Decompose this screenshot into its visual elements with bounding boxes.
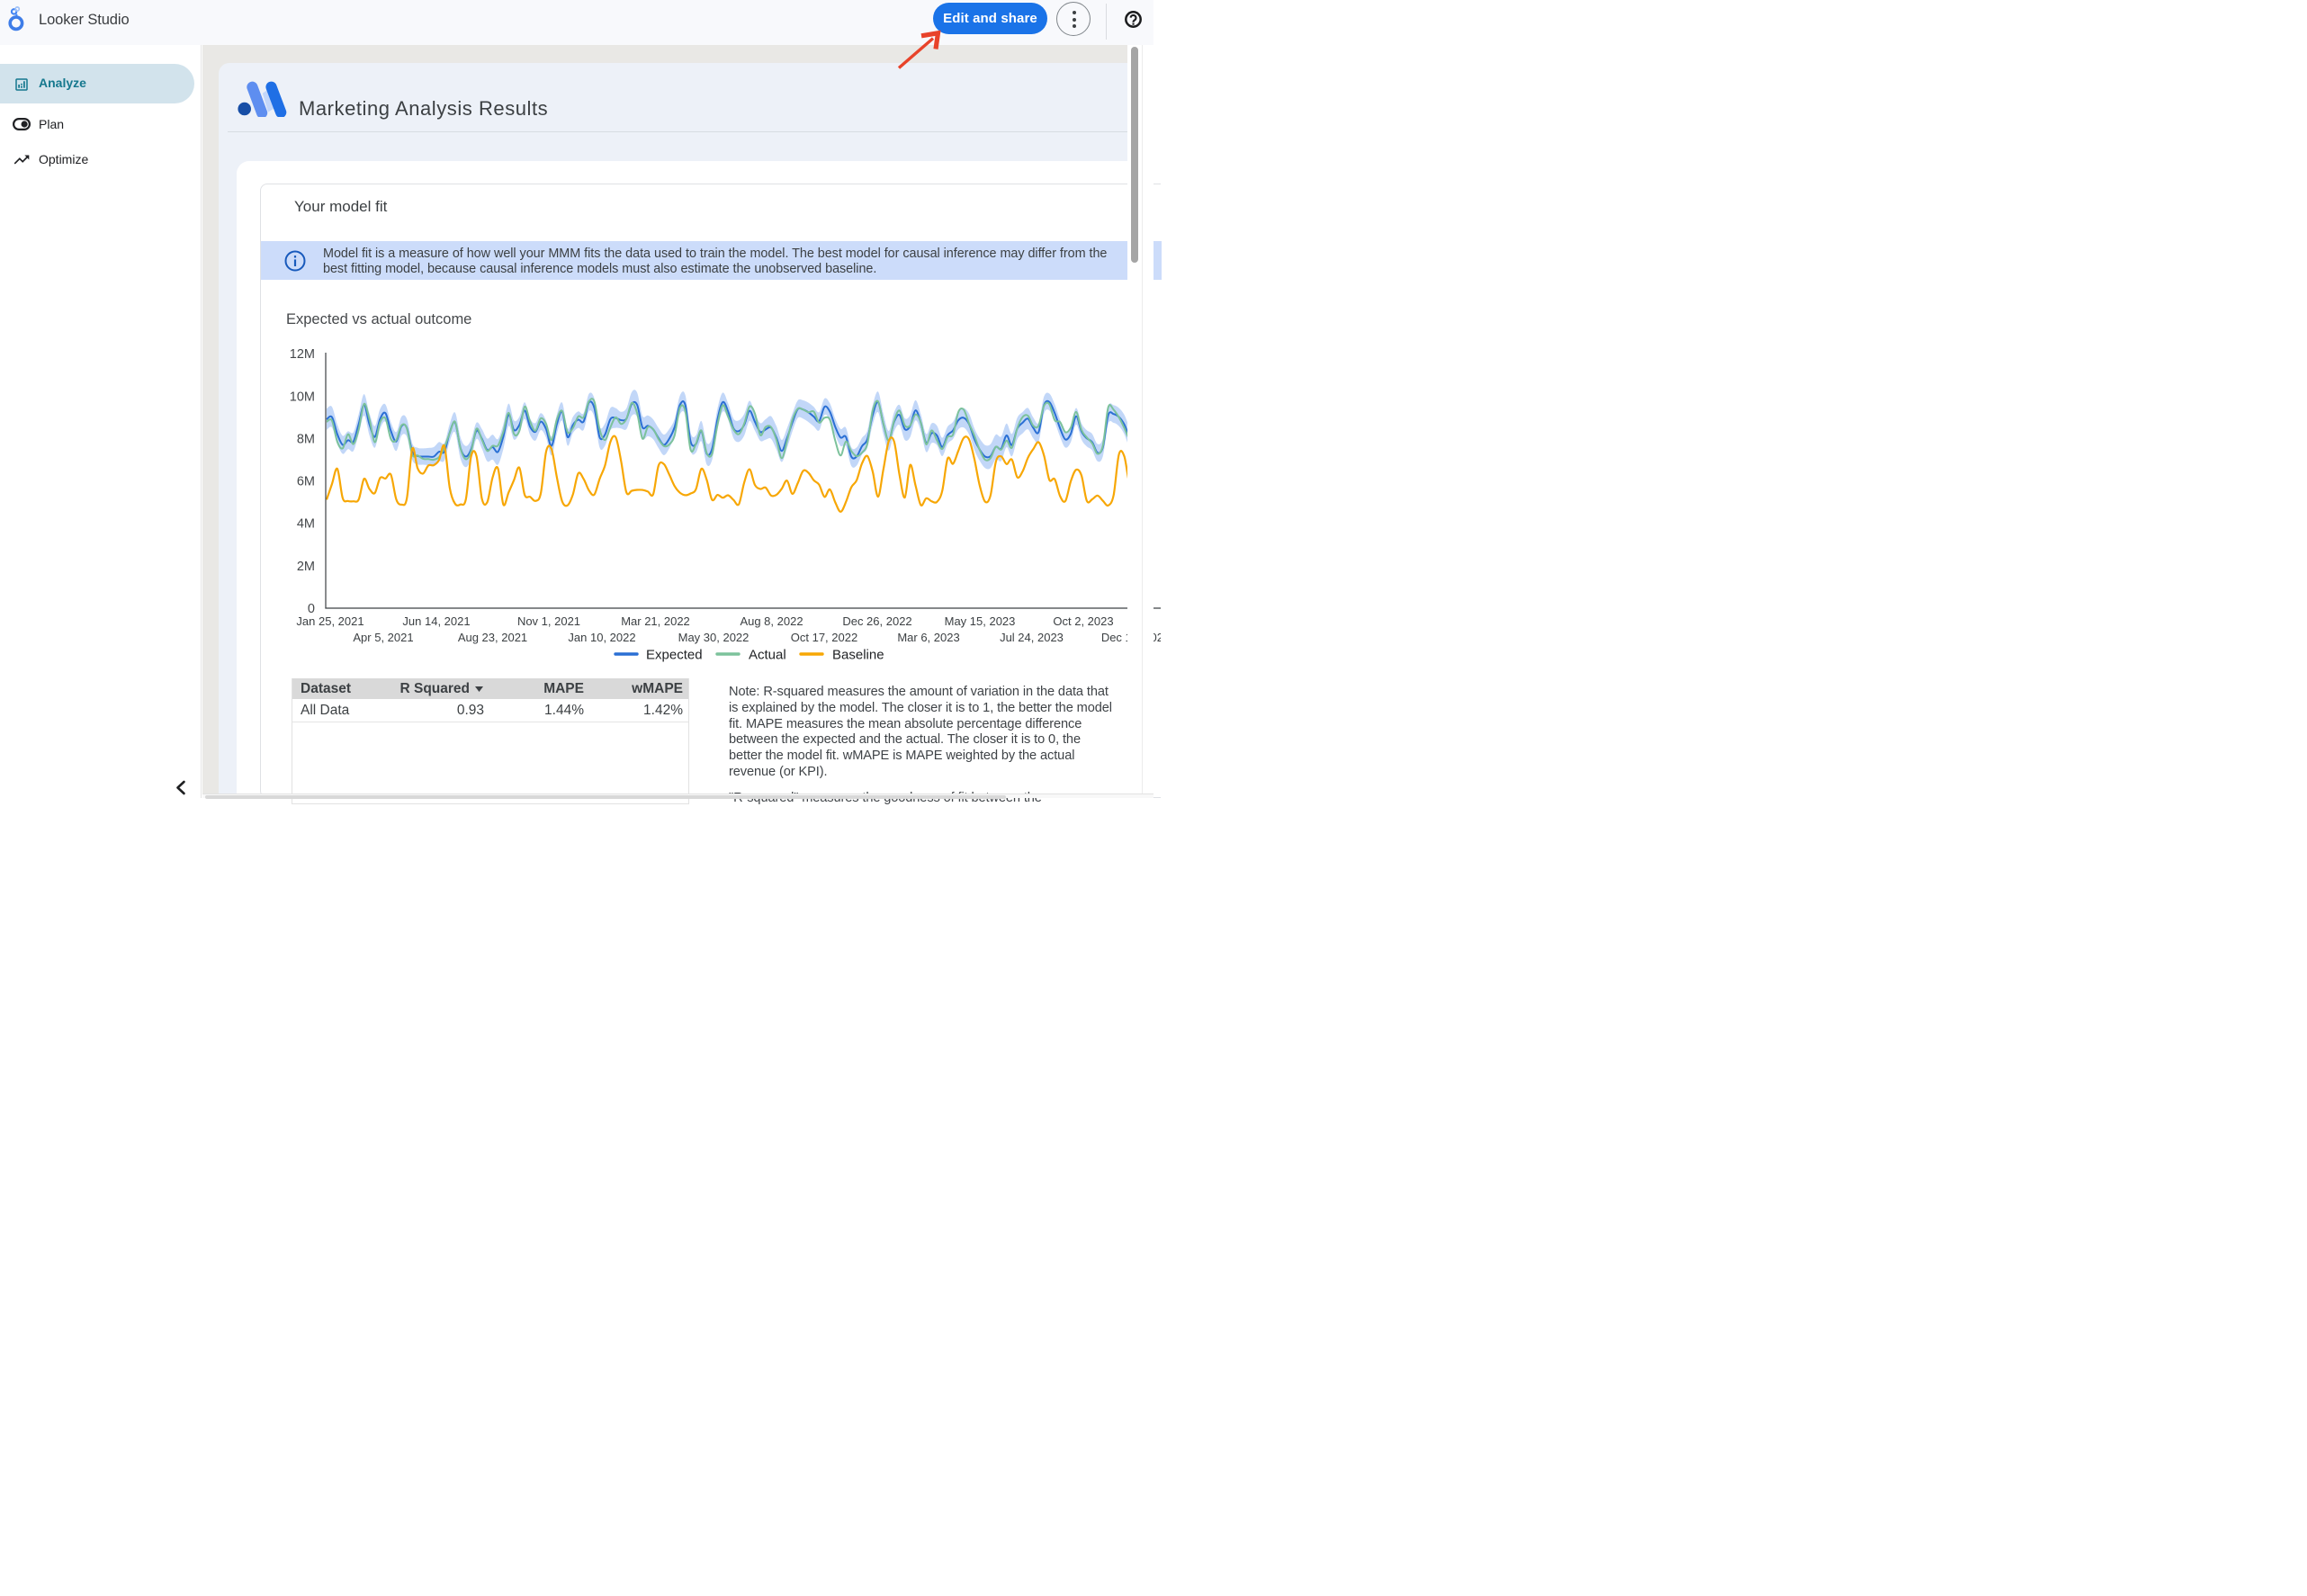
svg-text:Apr 5, 2021: Apr 5, 2021 [353,631,413,644]
svg-text:Jun 14, 2021: Jun 14, 2021 [402,614,470,628]
svg-text:8M: 8M [297,433,315,447]
svg-text:Jul 24, 2023: Jul 24, 2023 [1000,631,1064,644]
svg-text:Dec 26, 2022: Dec 26, 2022 [842,614,911,628]
svg-text:May 30, 2022: May 30, 2022 [678,631,750,644]
svg-text:2M: 2M [297,560,315,574]
svg-text:Jan 10, 2022: Jan 10, 2022 [568,631,635,644]
svg-text:6M: 6M [297,475,315,489]
svg-text:Actual: Actual [749,648,786,663]
svg-text:12M: 12M [290,347,315,362]
svg-text:May 15, 2023: May 15, 2023 [945,614,1016,628]
svg-text:Expected: Expected [646,648,703,663]
svg-text:Aug 23, 2021: Aug 23, 2021 [458,631,527,644]
svg-text:Mar 6, 2023: Mar 6, 2023 [897,631,959,644]
svg-text:Jan 25, 2021: Jan 25, 2021 [296,614,364,628]
svg-text:10M: 10M [290,390,315,404]
svg-text:Oct 17, 2022: Oct 17, 2022 [791,631,857,644]
svg-text:Oct 2, 2023: Oct 2, 2023 [1053,614,1113,628]
svg-text:Aug 8, 2022: Aug 8, 2022 [740,614,803,628]
svg-text:Baseline: Baseline [832,648,884,663]
svg-text:Mar 21, 2022: Mar 21, 2022 [621,614,690,628]
svg-text:Nov 1, 2021: Nov 1, 2021 [517,614,580,628]
svg-text:4M: 4M [297,517,315,532]
